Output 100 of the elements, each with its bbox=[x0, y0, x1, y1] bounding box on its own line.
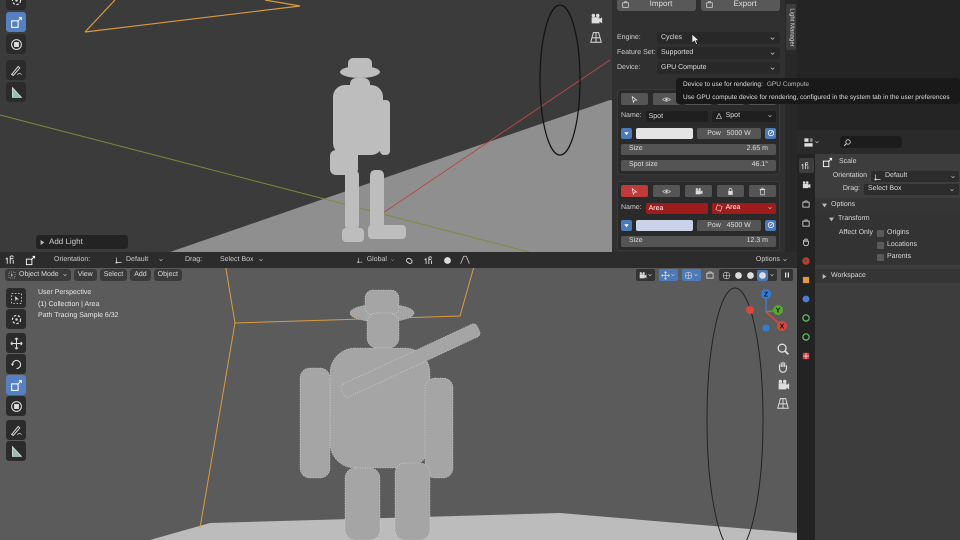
tool-button[interactable] bbox=[6, 396, 26, 416]
camera-icon bbox=[694, 186, 703, 196]
tool-button[interactable] bbox=[6, 309, 26, 329]
gizmo-toggle-button[interactable] bbox=[659, 269, 678, 281]
axes-icon bbox=[357, 256, 364, 264]
caret-icon bbox=[158, 257, 164, 263]
transform-icon bbox=[10, 38, 22, 50]
proportional-icon[interactable] bbox=[443, 256, 452, 264]
lock-icon bbox=[726, 186, 735, 196]
shading-mode-button[interactable] bbox=[733, 270, 744, 280]
measure-icon bbox=[10, 444, 22, 458]
search-field[interactable] bbox=[840, 136, 902, 148]
shading-mode-button[interactable] bbox=[721, 270, 732, 280]
tool-button[interactable] bbox=[6, 34, 26, 54]
shading-mode-button[interactable] bbox=[757, 270, 768, 280]
navigation-gizmo[interactable] bbox=[746, 289, 787, 332]
caret-icon bbox=[647, 272, 653, 278]
add-light-panel[interactable]: Add Light bbox=[36, 235, 128, 249]
cursor-icon bbox=[10, 312, 22, 326]
caret-icon bbox=[949, 186, 955, 192]
tool-button[interactable] bbox=[6, 60, 26, 80]
scale-tool-icon[interactable] bbox=[25, 254, 36, 266]
caret-icon bbox=[62, 272, 68, 278]
overlay-icon bbox=[684, 270, 693, 280]
select-box-icon bbox=[10, 292, 22, 304]
render-icon bbox=[801, 180, 811, 190]
rotate-icon bbox=[10, 358, 22, 370]
camera-icon bbox=[638, 270, 647, 280]
camera-icon[interactable] bbox=[589, 12, 603, 26]
hand-icon[interactable] bbox=[776, 360, 790, 374]
tool-button[interactable] bbox=[6, 12, 26, 32]
tool-button[interactable] bbox=[6, 288, 26, 308]
eyedropper-button[interactable] bbox=[765, 128, 776, 138]
mouse-pointer-icon bbox=[692, 34, 700, 45]
caret-icon bbox=[767, 205, 773, 211]
circle-icon bbox=[766, 221, 774, 229]
caret-icon bbox=[950, 174, 956, 180]
grid-icon[interactable] bbox=[776, 396, 790, 410]
wireframe-sphere-icon bbox=[722, 270, 731, 280]
arrows-icon bbox=[661, 270, 670, 280]
collapse-button[interactable] bbox=[621, 220, 632, 230]
properties-tab[interactable] bbox=[798, 158, 814, 173]
tool-button[interactable] bbox=[6, 82, 26, 102]
scale-tool-icon bbox=[822, 156, 833, 168]
tool-icon bbox=[801, 160, 811, 170]
light-toolbar-button[interactable] bbox=[717, 185, 744, 197]
pause-icon bbox=[783, 271, 791, 279]
object-icon bbox=[801, 274, 811, 284]
light-toolbar-button[interactable] bbox=[749, 185, 776, 197]
caret-icon bbox=[670, 272, 676, 278]
axes-icon bbox=[115, 256, 123, 264]
zoom-icon[interactable] bbox=[776, 342, 790, 356]
camera-icon[interactable] bbox=[776, 378, 790, 392]
triangle-icon bbox=[623, 222, 630, 228]
tool-button[interactable] bbox=[6, 333, 26, 353]
circle-icon bbox=[766, 129, 774, 137]
pause-button[interactable] bbox=[781, 269, 793, 281]
visibility-button[interactable] bbox=[636, 269, 655, 281]
light-toolbar-button[interactable] bbox=[621, 93, 648, 105]
light-toolbar-button[interactable] bbox=[653, 185, 680, 197]
modifier-icon bbox=[801, 294, 811, 304]
pen-icon bbox=[10, 64, 22, 76]
shading-mode-button[interactable] bbox=[745, 270, 756, 280]
caret-icon bbox=[769, 34, 776, 42]
grid-icon[interactable] bbox=[589, 30, 603, 44]
overlay-toggle-button[interactable] bbox=[682, 269, 701, 281]
color-swatch[interactable] bbox=[636, 220, 693, 230]
solid-sphere-icon bbox=[734, 270, 743, 280]
scale-tool-icon bbox=[10, 16, 22, 28]
measure-icon bbox=[10, 86, 22, 98]
eyedropper-button[interactable] bbox=[765, 220, 776, 230]
caret-icon bbox=[782, 257, 788, 263]
caret-icon bbox=[769, 64, 776, 72]
material-icon bbox=[801, 350, 811, 360]
triangle-icon bbox=[623, 130, 630, 136]
caret-icon bbox=[390, 257, 395, 263]
move-icon bbox=[10, 336, 22, 350]
export-button[interactable]: Export bbox=[701, 0, 780, 11]
caret-icon bbox=[767, 113, 773, 119]
tool-button[interactable] bbox=[6, 441, 26, 461]
collapse-button[interactable] bbox=[621, 128, 632, 138]
color-swatch[interactable] bbox=[636, 128, 693, 138]
pen-icon bbox=[10, 424, 22, 436]
tool-button[interactable] bbox=[6, 354, 26, 374]
scale-tool-icon bbox=[10, 378, 22, 392]
editor-type-button[interactable] bbox=[803, 136, 820, 148]
eye-icon bbox=[662, 186, 671, 196]
tool-button[interactable] bbox=[6, 420, 26, 440]
import-button[interactable]: Import bbox=[617, 0, 696, 11]
search-icon bbox=[843, 138, 852, 146]
caret-icon bbox=[769, 272, 775, 278]
tool-button[interactable] bbox=[6, 375, 26, 395]
light-toolbar-button[interactable] bbox=[685, 185, 712, 197]
caret-icon bbox=[258, 257, 264, 263]
axes-icon bbox=[874, 172, 882, 180]
world-icon bbox=[801, 256, 811, 266]
trash-icon bbox=[758, 186, 767, 196]
cone-icon bbox=[714, 112, 723, 120]
eye-icon bbox=[662, 94, 671, 104]
falloff-icon[interactable] bbox=[460, 255, 470, 265]
